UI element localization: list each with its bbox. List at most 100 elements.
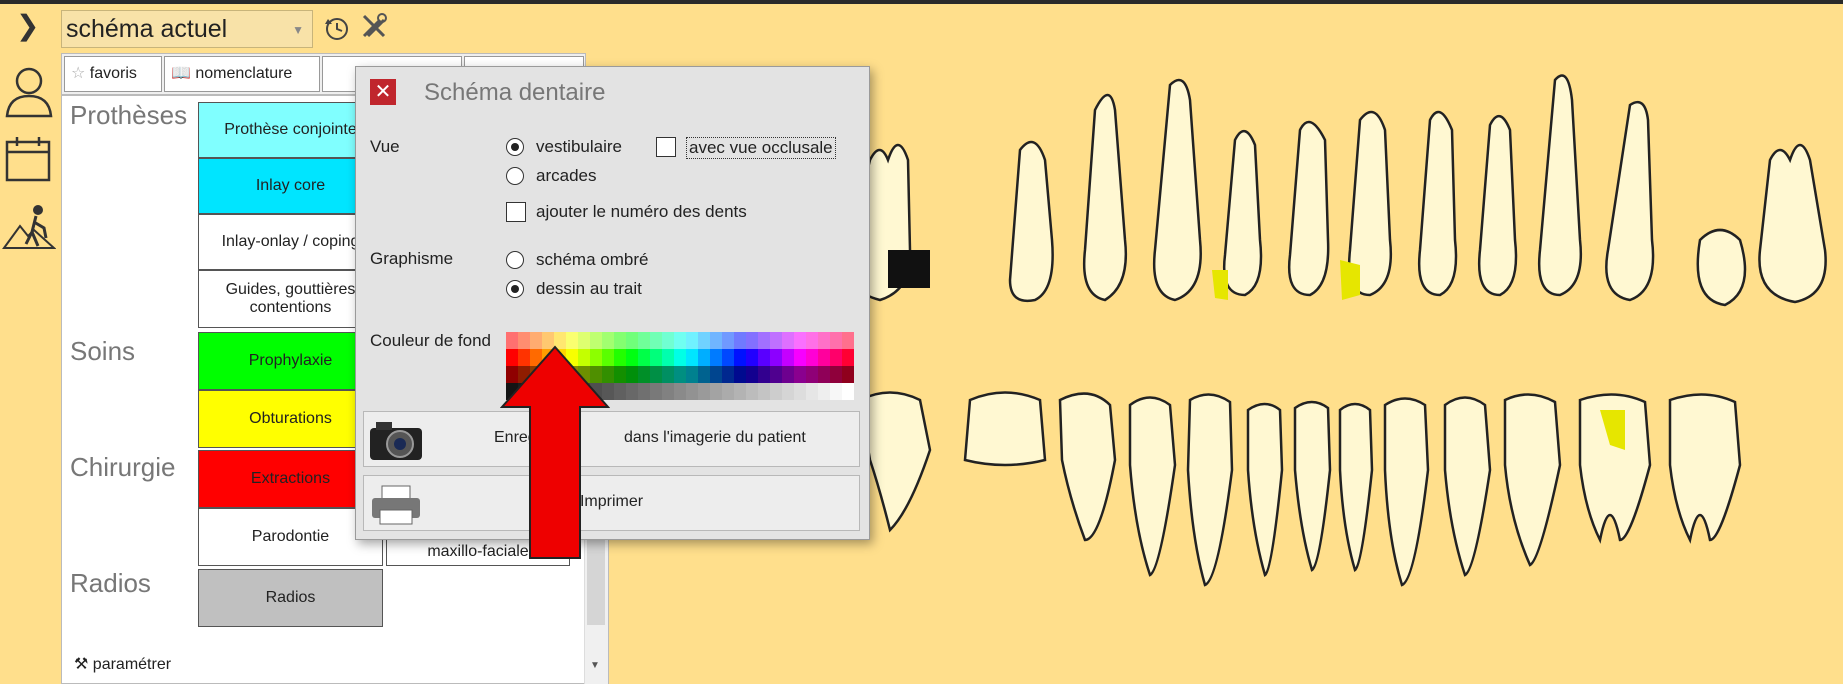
tooth-lower <box>1668 393 1742 544</box>
tooth-upper <box>1696 228 1747 307</box>
color-swatch <box>746 366 759 384</box>
tooth-upper <box>1758 143 1827 304</box>
dessin-au-trait-radio[interactable] <box>506 280 524 298</box>
color-swatch <box>782 383 795 400</box>
schema-ombre-radio[interactable] <box>506 251 524 269</box>
color-swatch <box>674 349 687 367</box>
vue-vestibulaire-radio[interactable] <box>506 138 524 156</box>
star-icon: ☆ <box>71 65 86 82</box>
close-icon[interactable]: ✕ <box>370 79 396 105</box>
red-arrow-annotation <box>500 345 610 559</box>
color-swatch <box>806 383 819 400</box>
color-swatch <box>842 366 854 384</box>
color-swatch <box>770 332 783 350</box>
dialog-title: Schéma dentaire <box>424 79 606 106</box>
color-swatch <box>686 366 699 384</box>
color-swatch <box>674 366 687 384</box>
tab-favoris[interactable]: ☆ favoris <box>64 56 162 92</box>
schema-select[interactable]: schéma actuel ▼ <box>61 10 313 48</box>
color-swatch <box>710 366 723 384</box>
parametrer-link[interactable]: ⚒ paramétrer <box>74 654 171 674</box>
color-swatch <box>614 349 627 367</box>
vue-arcades-radio[interactable] <box>506 167 524 185</box>
filling-yellow <box>1340 260 1360 300</box>
radios-button[interactable]: Radios <box>198 569 383 627</box>
save-to-imagery-button[interactable]: Enreg dans l'imagerie du patient <box>363 411 860 467</box>
tab-label: nomenclature <box>195 65 293 82</box>
graphisme-label: Graphisme <box>370 249 454 268</box>
color-swatch <box>734 383 747 400</box>
tooth-lower <box>1503 393 1562 567</box>
color-swatch <box>662 332 675 350</box>
tooth-upper <box>1605 100 1655 302</box>
chevron-down-icon: ▼ <box>292 23 304 37</box>
tooth-upper <box>1222 130 1263 297</box>
color-swatch <box>794 383 807 400</box>
calendar-icon[interactable] <box>4 134 52 184</box>
tooth-lower <box>858 391 932 533</box>
tooth-lower <box>963 391 1047 467</box>
color-swatch <box>674 383 687 400</box>
user-icon[interactable] <box>4 64 54 120</box>
tooth-lower <box>1128 396 1177 577</box>
tooth-lower <box>1383 397 1430 587</box>
color-swatch <box>686 383 699 400</box>
scroll-down-icon[interactable]: ▼ <box>590 660 600 671</box>
color-swatch <box>794 349 807 367</box>
dental-chart[interactable] <box>840 70 1843 650</box>
tooth-upper <box>1287 120 1330 297</box>
color-swatch <box>830 349 843 367</box>
color-swatch <box>842 383 854 400</box>
tooth-upper <box>1537 74 1582 297</box>
tab-nomenclature[interactable]: 📖 nomenclature <box>164 56 320 92</box>
color-swatch <box>758 366 771 384</box>
tooth-lower <box>1443 396 1492 577</box>
avec-vue-occlusale-label[interactable]: avec vue occlusale <box>686 137 836 159</box>
vue-vestibulaire-label: vestibulaire <box>536 137 622 156</box>
tooth-upper <box>1153 78 1202 302</box>
color-swatch <box>650 349 663 367</box>
chevron-right-icon[interactable]: ❯ <box>16 12 39 40</box>
avec-vue-occlusale-checkbox[interactable] <box>656 137 676 157</box>
section-radios: Radios <box>70 568 151 598</box>
color-swatch <box>710 383 723 400</box>
couleur-de-fond-label: Couleur de fond <box>370 331 491 350</box>
filling-yellow <box>1212 270 1228 300</box>
color-swatch <box>686 332 699 350</box>
color-swatch <box>638 349 651 367</box>
color-swatch <box>710 349 723 367</box>
color-swatch <box>722 349 735 367</box>
color-swatch <box>770 349 783 367</box>
print-button[interactable]: Imprimer <box>363 475 860 531</box>
color-swatch <box>770 366 783 384</box>
tools-icon[interactable] <box>360 12 388 40</box>
color-swatch <box>770 383 783 400</box>
color-swatch <box>782 332 795 350</box>
color-swatch <box>626 332 639 350</box>
filling-black <box>888 250 930 288</box>
ajouter-numero-label: ajouter le numéro des dents <box>536 202 747 221</box>
worker-icon[interactable] <box>2 202 56 250</box>
schema-dentaire-dialog: ✕ Schéma dentaire Vue vestibulaire avec … <box>355 66 870 540</box>
schema-select-value: schéma actuel <box>66 15 228 43</box>
history-icon[interactable] <box>323 14 351 42</box>
color-swatch <box>722 383 735 400</box>
color-swatch <box>698 349 711 367</box>
ajouter-numero-checkbox[interactable] <box>506 202 526 222</box>
color-swatch <box>734 366 747 384</box>
color-swatch <box>686 349 699 367</box>
top-bar <box>0 0 1843 4</box>
color-swatch <box>650 383 663 400</box>
color-swatch <box>710 332 723 350</box>
color-swatch <box>650 366 663 384</box>
color-swatch <box>746 349 759 367</box>
color-swatch <box>614 366 627 384</box>
tab-label: favoris <box>89 65 137 82</box>
color-swatch <box>794 332 807 350</box>
section-chirurgie: Chirurgie <box>70 452 176 482</box>
color-swatch <box>842 349 854 367</box>
color-swatch <box>734 349 747 367</box>
color-swatch <box>818 366 831 384</box>
color-swatch <box>734 332 747 350</box>
color-swatch <box>662 383 675 400</box>
